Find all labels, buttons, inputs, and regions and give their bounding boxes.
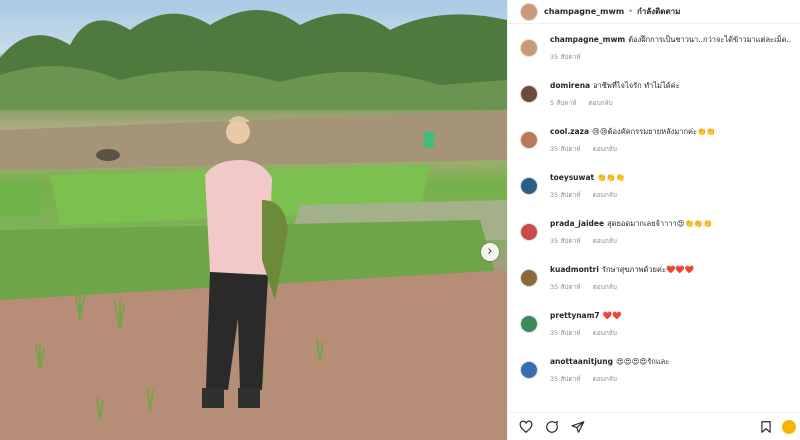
comment-username[interactable]: cool.zaza bbox=[550, 127, 589, 136]
header-separator: • bbox=[628, 7, 633, 16]
comment-username[interactable]: domirena bbox=[550, 81, 590, 90]
comment-item: prada_jaidee สุดยอดมากเลยจ้าาาา😍👏👏👏 35 สั… bbox=[508, 218, 800, 264]
comment-text: ต้องฝึกการเป็นชาวนา..กว่าจะได้ข้าวมาแต่ล… bbox=[628, 35, 792, 44]
comment-text: ❤️❤️ bbox=[602, 311, 622, 320]
comment-item: toeysuwat 👏👏👏 35 สัปดาห์ ตอบกลับ bbox=[508, 172, 800, 218]
reply-button[interactable]: ตอบกลับ bbox=[588, 99, 612, 107]
comments-list: champagne_mwm ต้องฝึกการเป็นชาวนา..กว่าจะ… bbox=[508, 34, 800, 402]
comment-username[interactable]: kuadmontri bbox=[550, 265, 599, 274]
comment-time: 35 สัปดาห์ bbox=[550, 375, 581, 383]
bookmark-icon[interactable] bbox=[758, 419, 774, 435]
comment-username[interactable]: prettynam7 bbox=[550, 311, 600, 320]
comment-avatar[interactable] bbox=[520, 315, 538, 333]
comment-avatar[interactable] bbox=[520, 223, 538, 241]
comment-avatar[interactable] bbox=[520, 177, 538, 195]
reply-button[interactable]: ตอบกลับ bbox=[593, 329, 617, 337]
post-header: champagne_mwm • กำลังติดตาม bbox=[508, 0, 800, 24]
comment-text: 😍😍😍😍รักและ bbox=[615, 357, 670, 366]
comment-time: 35 สัปดาห์ bbox=[550, 329, 581, 337]
comment-time: 35 สัปดาห์ bbox=[550, 191, 581, 199]
rice-field-scene bbox=[0, 10, 507, 440]
comment-time: 35 สัปดาห์ bbox=[550, 53, 581, 61]
comment-username[interactable]: toeysuwat bbox=[550, 173, 594, 182]
comment-text: อาชีพที่ไจไจรัก ทำไม่ได้ค่ะ bbox=[593, 81, 680, 90]
comment-item: kuadmontri รักษาสุขภาพด้วยค่ะ❤️❤️❤️ 35 สั… bbox=[508, 264, 800, 310]
following-button[interactable]: กำลังติดตาม bbox=[637, 5, 681, 18]
comment-time: 35 สัปดาห์ bbox=[550, 145, 581, 153]
comment-avatar[interactable] bbox=[520, 269, 538, 287]
comment-text: รักษาสุขภาพด้วยค่ะ❤️❤️❤️ bbox=[601, 265, 694, 274]
comment-avatar[interactable] bbox=[520, 361, 538, 379]
comment-item: champagne_mwm ต้องฝึกการเป็นชาวนา..กว่าจะ… bbox=[508, 34, 800, 80]
share-icon[interactable] bbox=[570, 419, 586, 435]
comment-time: 35 สัปดาห์ bbox=[550, 283, 581, 291]
reply-button[interactable]: ตอบกลับ bbox=[593, 237, 617, 245]
comment-item: prettynam7 ❤️❤️ 35 สัปดาห์ ตอบกลับ bbox=[508, 310, 800, 356]
reply-button[interactable]: ตอบกลับ bbox=[593, 283, 617, 291]
post-photo: › bbox=[0, 0, 507, 440]
comment-time: 5 สัปดาห์ bbox=[550, 99, 577, 107]
reply-button[interactable]: ตอบกลับ bbox=[593, 191, 617, 199]
emoji-reaction-icon[interactable] bbox=[782, 419, 796, 434]
comment-text: 😢😢ต้องคัดกรรมยายหลังมากค่ะ👏👏 bbox=[592, 127, 716, 136]
comment-username[interactable]: prada_jaidee bbox=[550, 219, 604, 228]
comment-time: 35 สัปดาห์ bbox=[550, 237, 581, 245]
reply-button[interactable]: ตอบกลับ bbox=[593, 375, 617, 383]
comment-avatar[interactable] bbox=[520, 131, 538, 149]
comment-item: domirena อาชีพที่ไจไจรัก ทำไม่ได้ค่ะ 5 สั… bbox=[508, 80, 800, 126]
comment-username[interactable]: champagne_mwm bbox=[550, 35, 625, 44]
comment-icon[interactable] bbox=[544, 419, 560, 435]
comment-username[interactable]: anottaanitjung bbox=[550, 357, 613, 366]
author-username[interactable]: champagne_mwm bbox=[544, 7, 624, 16]
next-slide-button[interactable]: › bbox=[481, 243, 499, 261]
comment-text: สุดยอดมากเลยจ้าาาา😍👏👏👏 bbox=[607, 219, 713, 228]
comment-avatar[interactable] bbox=[520, 85, 538, 103]
author-avatar[interactable] bbox=[520, 2, 538, 21]
action-bar bbox=[508, 412, 800, 440]
comment-item: anottaanitjung 😍😍😍😍รักและ 35 สัปดาห์ ตอบกล… bbox=[508, 356, 800, 402]
comment-text: 👏👏👏 bbox=[597, 173, 626, 182]
heart-icon[interactable] bbox=[518, 419, 534, 435]
comment-avatar[interactable] bbox=[520, 39, 538, 57]
comment-item: cool.zaza 😢😢ต้องคัดกรรมยายหลังมากค่ะ👏👏 35… bbox=[508, 126, 800, 172]
reply-button[interactable]: ตอบกลับ bbox=[593, 145, 617, 153]
post-panel: champagne_mwm • กำลังติดตาม champagne_mw… bbox=[507, 0, 800, 440]
